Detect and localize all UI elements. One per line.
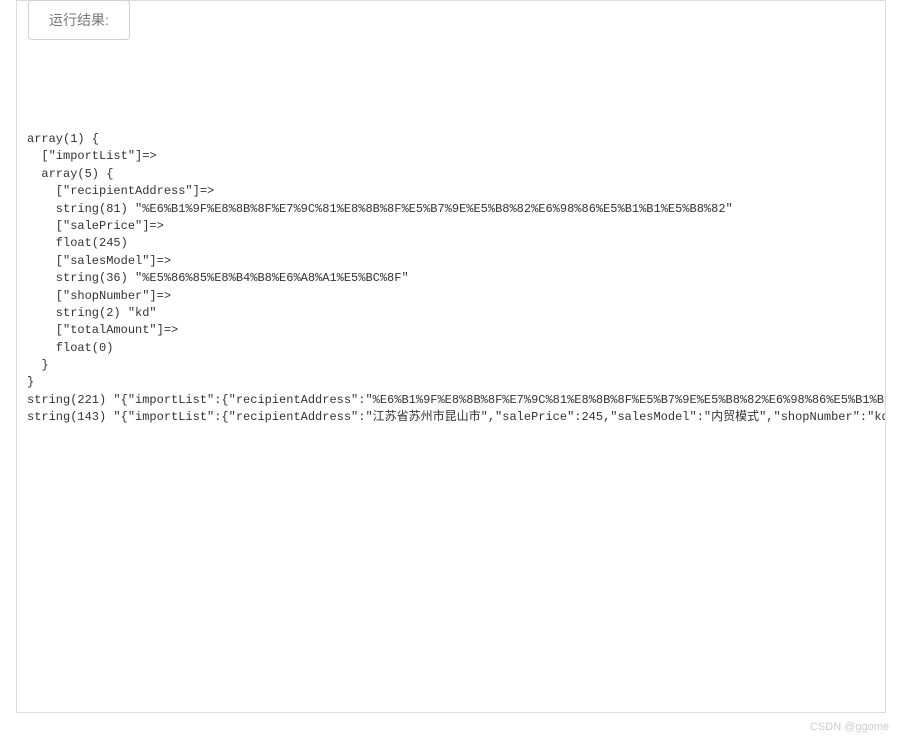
watermark-text: CSDN @ggome: [810, 721, 889, 733]
result-tab-label: 运行结果:: [49, 12, 109, 28]
output-container: array(1) { ["importList"]=> array(5) { […: [16, 0, 886, 713]
code-output[interactable]: array(1) { ["importList"]=> array(5) { […: [17, 1, 885, 712]
result-tab[interactable]: 运行结果:: [28, 0, 130, 40]
